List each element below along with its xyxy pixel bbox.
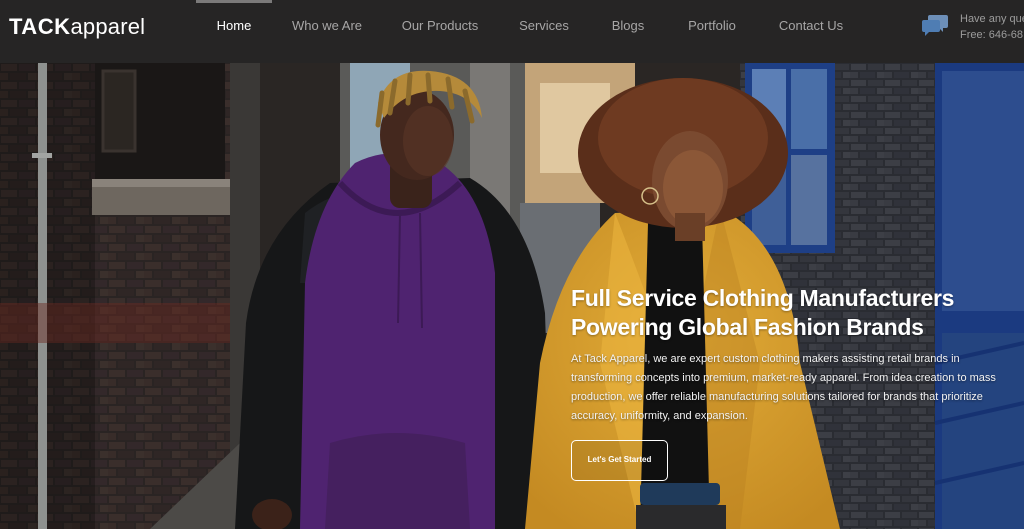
nav-blogs[interactable]: Blogs	[603, 0, 653, 52]
site-header: TACKapparel Home Who we Are Our Products…	[0, 0, 1024, 63]
hero-section: Full Service Clothing Manufacturers Powe…	[0, 63, 1024, 529]
logo-brand: TACK	[9, 14, 71, 39]
hero-content: Full Service Clothing Manufacturers Powe…	[571, 284, 1001, 426]
contact-line-1: Have any que	[960, 13, 1024, 25]
chat-icon	[922, 15, 948, 36]
logo-suffix: apparel	[70, 14, 146, 39]
nav-who-we-are[interactable]: Who we Are	[286, 0, 368, 52]
nav-contact-us[interactable]: Contact Us	[770, 0, 852, 52]
contact-line-2: Free: 646-68	[960, 29, 1023, 41]
hero-title-line-1: Full Service Clothing Manufacturers	[571, 285, 955, 311]
get-started-button[interactable]: Let's Get Started	[571, 440, 668, 481]
nav-services[interactable]: Services	[510, 0, 578, 52]
brand-logo[interactable]: TACKapparel	[9, 14, 145, 40]
contact-text: Have any que Free: 646-68	[960, 11, 1024, 43]
hero-description: At Tack Apparel, we are expert custom cl…	[571, 353, 996, 422]
nav-home[interactable]: Home	[196, 0, 272, 52]
hero-title-line-2: Powering Global Fashion Brands	[571, 314, 924, 340]
hero-title: Full Service Clothing Manufacturers Powe…	[571, 284, 1001, 342]
nav-portfolio[interactable]: Portfolio	[680, 0, 744, 52]
nav-our-products[interactable]: Our Products	[394, 0, 486, 52]
